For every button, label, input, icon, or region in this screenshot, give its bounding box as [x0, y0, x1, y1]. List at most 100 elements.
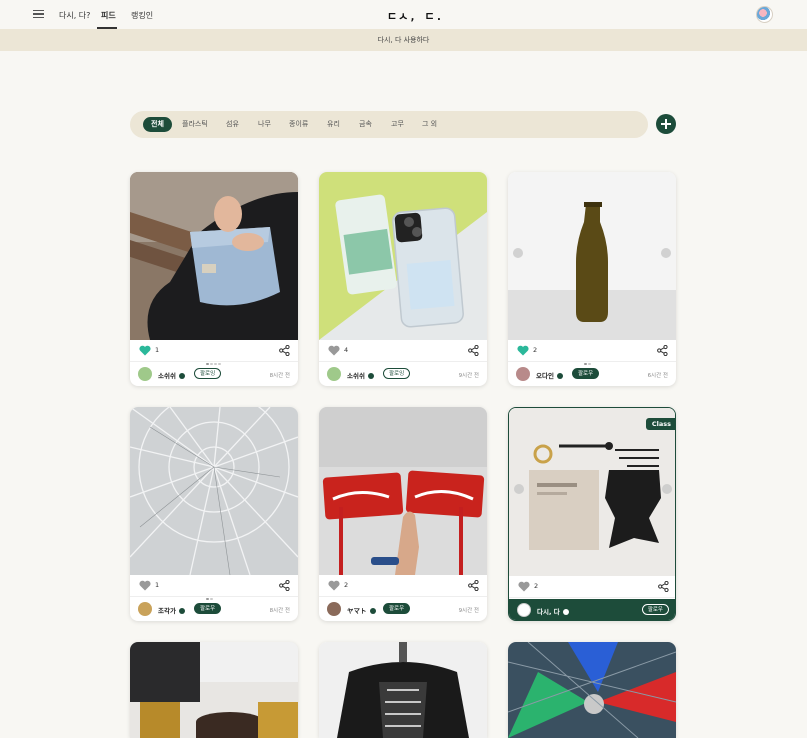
filter-chip-glass[interactable]: 유리	[327, 117, 340, 132]
share-icon[interactable]	[279, 580, 290, 591]
card-actions: 2	[508, 340, 676, 365]
filter-chip-rubber[interactable]: 고무	[391, 117, 404, 132]
feed-card[interactable]	[319, 642, 487, 738]
like-count: 2	[534, 582, 539, 590]
like-count: 1	[155, 346, 160, 354]
verified-icon	[178, 607, 185, 614]
heart-icon[interactable]	[517, 345, 529, 356]
chevron-right-icon[interactable]	[661, 248, 671, 258]
author-name-text: 조각가	[158, 607, 176, 615]
author-avatar[interactable]	[516, 367, 530, 381]
card-image[interactable]	[319, 172, 487, 340]
feed-card-class[interactable]: Class 2 다시, 다 팔로우	[508, 407, 676, 621]
author-name-text: 다시, 다	[537, 608, 560, 616]
feed-card[interactable]: 2 오다인 팔로우 6시간 전	[508, 172, 676, 386]
chevron-right-icon[interactable]	[662, 484, 672, 494]
filter-chip-other[interactable]: 그 외	[422, 117, 437, 132]
card-image[interactable]	[130, 642, 298, 738]
menu-icon[interactable]	[33, 10, 44, 18]
author-row: ヤマト 팔로우 9시간 전	[319, 598, 487, 621]
author-avatar[interactable]	[327, 602, 341, 616]
card-actions: 1	[130, 340, 298, 365]
card-image[interactable]	[508, 642, 676, 738]
card-actions: 1	[130, 575, 298, 600]
category-filter-bar: 전체 플라스틱 섬유 나무 종이류 유리 금속 고무 그 외	[130, 111, 648, 138]
card-image[interactable]: Class	[509, 408, 675, 576]
follow-button[interactable]: 팔로우	[641, 604, 669, 615]
author-row: 소쉬쉬 팔로잉 8시간 전	[130, 363, 298, 386]
feed-card[interactable]: 4 소쉬쉬 팔로잉 9시간 전	[319, 172, 487, 386]
share-icon[interactable]	[468, 580, 479, 591]
card-image[interactable]	[130, 407, 298, 575]
nav-item-feed[interactable]: 피드	[101, 10, 116, 21]
post-time: 8시간 전	[269, 373, 290, 379]
follow-button[interactable]: 팔로우	[194, 603, 222, 614]
author-row: 다시, 다 팔로우	[509, 599, 675, 620]
filter-chip-fiber[interactable]: 섬유	[226, 117, 239, 132]
filter-chip-paper[interactable]: 종이류	[289, 117, 308, 132]
follow-button[interactable]: 팔로잉	[383, 368, 411, 379]
post-time: 8시간 전	[269, 608, 290, 614]
heart-icon[interactable]	[139, 345, 151, 356]
author-name[interactable]: 조각가	[158, 605, 185, 615]
user-avatar[interactable]	[756, 6, 773, 23]
feed-card[interactable]: 2 ヤマト 팔로우 9시간 전	[319, 407, 487, 621]
feed-card[interactable]: 1 조각가 팔로우 8시간 전	[130, 407, 298, 621]
filter-chip-plastic[interactable]: 플라스틱	[182, 117, 208, 132]
nav-item-dasi-da[interactable]: 다시, 다?	[59, 10, 90, 21]
author-avatar[interactable]	[327, 367, 341, 381]
follow-button[interactable]: 팔로우	[572, 368, 600, 379]
brand-logo[interactable]: ㄷㅅ, ㄷ.	[387, 8, 443, 24]
share-icon[interactable]	[468, 345, 479, 356]
verified-icon	[367, 372, 374, 379]
author-name[interactable]: 소쉬쉬	[347, 370, 374, 380]
filter-chip-wood[interactable]: 나무	[258, 117, 271, 132]
author-avatar[interactable]	[138, 367, 152, 381]
nav-item-ranking[interactable]: 랭킹인	[131, 10, 153, 21]
share-icon[interactable]	[279, 345, 290, 356]
heart-icon[interactable]	[139, 580, 151, 591]
feed-card[interactable]	[130, 642, 298, 738]
author-name[interactable]: 다시, 다	[537, 606, 569, 616]
share-icon[interactable]	[658, 581, 669, 592]
author-name[interactable]: 오다인	[536, 370, 563, 380]
post-time: 9시간 전	[458, 373, 479, 379]
class-badge: Class	[645, 418, 675, 430]
top-bar: 다시, 다? 피드 랭킹인 ㄷㅅ, ㄷ.	[0, 0, 807, 29]
follow-button[interactable]: 팔로잉	[194, 368, 222, 379]
filter-chip-all[interactable]: 전체	[143, 117, 172, 132]
add-post-button[interactable]	[656, 114, 676, 134]
follow-button[interactable]: 팔로우	[383, 603, 411, 614]
author-name-text: ヤマト	[347, 607, 367, 615]
author-name[interactable]: ヤマト	[347, 605, 376, 615]
author-avatar[interactable]	[138, 602, 152, 616]
announcement-banner: 다시, 다 사용하다	[0, 29, 807, 51]
card-image[interactable]	[319, 642, 487, 738]
author-row: 소쉬쉬 팔로잉 9시간 전	[319, 363, 487, 386]
author-name-text: 오다인	[536, 372, 554, 380]
card-actions: 2	[319, 575, 487, 597]
like-count: 2	[533, 346, 538, 354]
share-icon[interactable]	[657, 345, 668, 356]
chevron-left-icon[interactable]	[513, 248, 523, 258]
heart-icon[interactable]	[328, 580, 340, 591]
card-image[interactable]	[319, 407, 487, 575]
author-avatar[interactable]	[517, 603, 531, 617]
feed-card[interactable]	[508, 642, 676, 738]
chevron-left-icon[interactable]	[514, 484, 524, 494]
card-image[interactable]	[508, 172, 676, 340]
author-row: 오다인 팔로우 6시간 전	[508, 363, 676, 386]
post-time: 6시간 전	[647, 373, 668, 379]
author-row: 조각가 팔로우 8시간 전	[130, 598, 298, 621]
filter-chip-metal[interactable]: 금속	[359, 117, 372, 132]
card-image[interactable]	[130, 172, 298, 340]
card-actions: 2	[509, 576, 675, 601]
author-name-text: 소쉬쉬	[347, 372, 365, 380]
heart-icon[interactable]	[328, 345, 340, 356]
verified-icon	[562, 608, 569, 615]
heart-icon[interactable]	[518, 581, 530, 592]
card-actions: 4	[319, 340, 487, 362]
verified-icon	[369, 607, 376, 614]
author-name[interactable]: 소쉬쉬	[158, 370, 185, 380]
feed-card[interactable]: 1 소쉬쉬 팔로잉 8시간 전	[130, 172, 298, 386]
